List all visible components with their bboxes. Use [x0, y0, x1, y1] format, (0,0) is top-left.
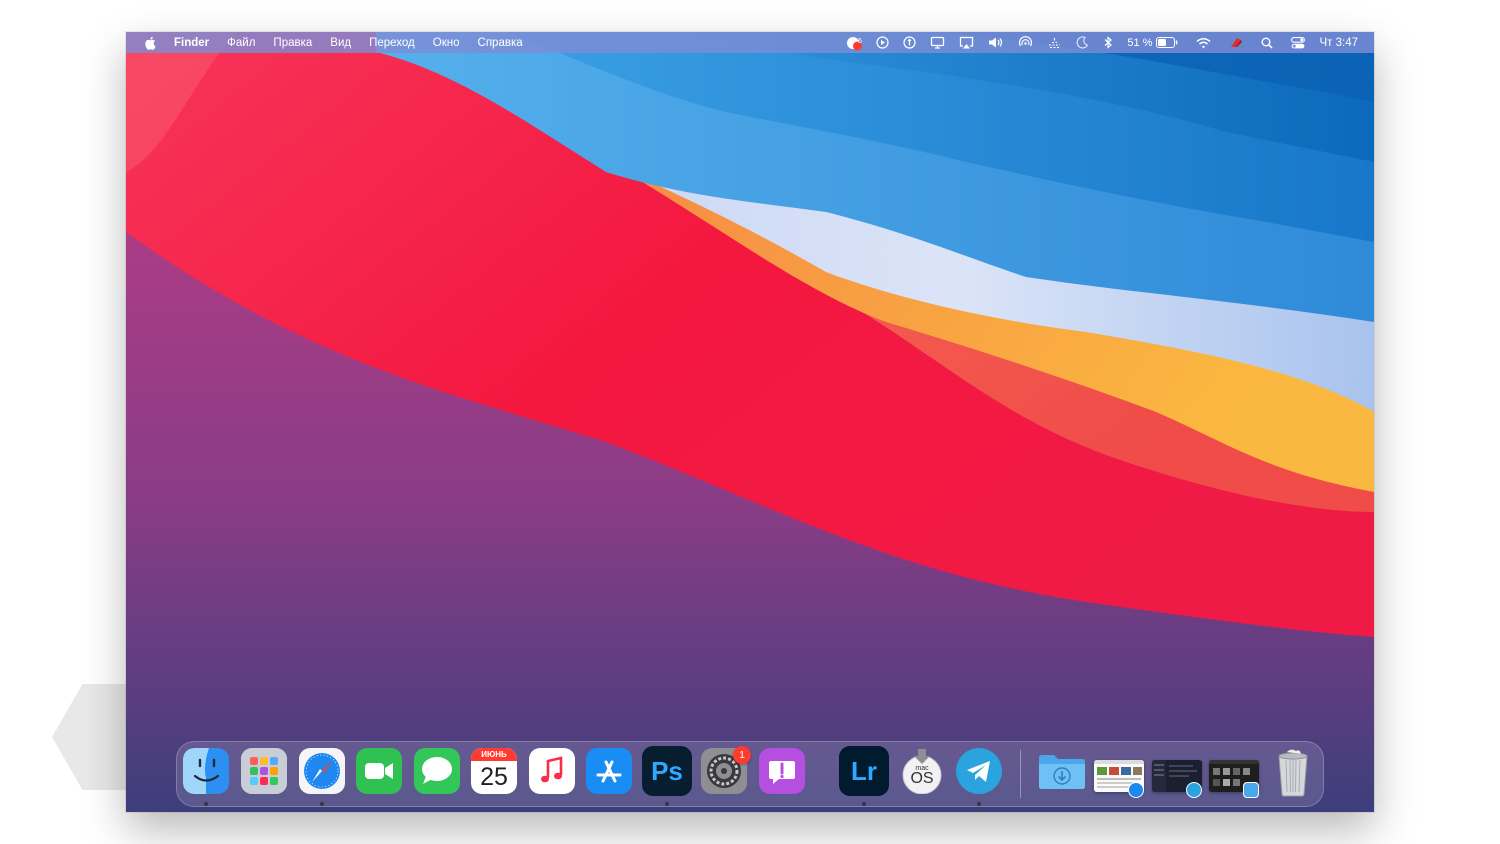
red-app-icon[interactable] — [1229, 32, 1243, 53]
menu-bar: Finder Файл Правка Вид Переход Окно Спра… — [126, 32, 1374, 53]
battery-icon[interactable] — [1156, 32, 1178, 53]
menu-help[interactable]: Справка — [478, 37, 523, 49]
menu-go[interactable]: Переход — [369, 37, 415, 49]
notification-badge: 6 — [857, 38, 862, 45]
wifi-icon[interactable] — [1196, 32, 1211, 53]
play-circle-icon[interactable] — [876, 32, 890, 53]
airdrop-icon[interactable] — [1018, 32, 1033, 53]
notification-app-icon[interactable]: 6 — [846, 32, 863, 53]
weather-icon[interactable] — [1047, 32, 1062, 53]
control-center-icon[interactable] — [1291, 32, 1306, 53]
airplay-icon[interactable] — [959, 32, 974, 53]
menu-window[interactable]: Окно — [433, 37, 460, 49]
battery-percent: 51 % — [1127, 36, 1153, 49]
big-sur-wallpaper — [126, 32, 1374, 812]
macos-desktop: Finder Файл Правка Вид Переход Окно Спра… — [126, 32, 1374, 812]
menu-app-name[interactable]: Finder — [174, 37, 209, 49]
bluetooth-icon[interactable] — [1103, 32, 1113, 53]
display-icon[interactable] — [930, 32, 945, 53]
volume-icon[interactable] — [988, 32, 1004, 53]
apple-menu-icon[interactable] — [144, 36, 156, 50]
spotlight-search-icon[interactable] — [1261, 32, 1274, 53]
menubar-clock[interactable]: Чт 3:47 — [1319, 37, 1358, 49]
menu-file[interactable]: Файл — [227, 37, 255, 49]
menu-view[interactable]: Вид — [330, 37, 351, 49]
moon-icon[interactable] — [1076, 32, 1089, 53]
menu-edit[interactable]: Правка — [273, 37, 312, 49]
info-circle-icon[interactable] — [903, 32, 917, 53]
